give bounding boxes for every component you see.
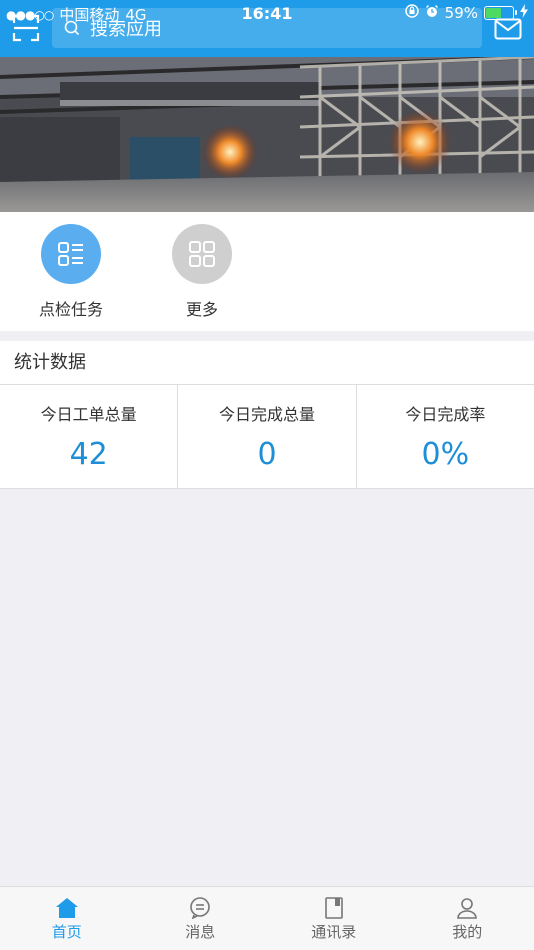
home-icon [0,895,134,921]
mail-icon [494,18,522,40]
quick-apps: 点检任务 更多 [0,212,534,331]
stat-name: 今日完成率 [405,405,486,424]
app-header: ●●●○○ 中国移动 4G 16:41 59% 搜索应用 [0,0,534,57]
stat-value: 0 [257,437,277,472]
message-icon [134,895,268,921]
app-icon-circle [172,224,232,284]
app-label: 更多 [185,300,218,319]
search-placeholder: 搜索应用 [90,19,162,40]
search-input[interactable]: 搜索应用 [52,8,482,48]
tab-messages[interactable]: 消息 [134,887,268,950]
stat-completed-total[interactable]: 今日完成总量 0 [178,385,357,488]
stats-panel: 今日工单总量 42 今日完成总量 0 今日完成率 0% [0,385,534,489]
tab-home[interactable]: 首页 [0,887,134,950]
list-icon [58,242,83,266]
stat-name: 今日完成总量 [218,405,315,424]
stat-name: 今日工单总量 [40,405,137,424]
app-icon-circle [41,224,101,284]
tab-label: 消息 [185,923,216,941]
grid-icon [189,241,215,267]
tab-label: 通讯录 [311,923,357,941]
stat-value: 42 [69,437,108,472]
search-icon [64,20,80,36]
app-inspection-task[interactable]: 点检任务 [21,224,121,320]
user-icon [401,895,534,921]
stat-total-orders[interactable]: 今日工单总量 42 [0,385,179,488]
app-label: 点检任务 [38,300,103,319]
factory-illustration [0,57,534,212]
tab-contacts[interactable]: 通讯录 [267,887,401,950]
banner-image[interactable] [0,57,534,212]
contacts-icon [267,895,401,921]
stat-completion-rate[interactable]: 今日完成率 0% [357,385,534,488]
tab-bar: 首页 消息 通讯录 我的 [0,886,534,950]
tab-mine[interactable]: 我的 [401,887,534,950]
tab-label: 我的 [452,923,483,941]
stat-value: 0% [421,437,470,472]
scan-button[interactable] [12,14,40,42]
app-more[interactable]: 更多 [152,224,252,320]
tab-label: 首页 [51,923,82,941]
mail-button[interactable] [494,18,522,40]
stats-title: 统计数据 [0,341,534,385]
scan-icon [12,14,40,42]
